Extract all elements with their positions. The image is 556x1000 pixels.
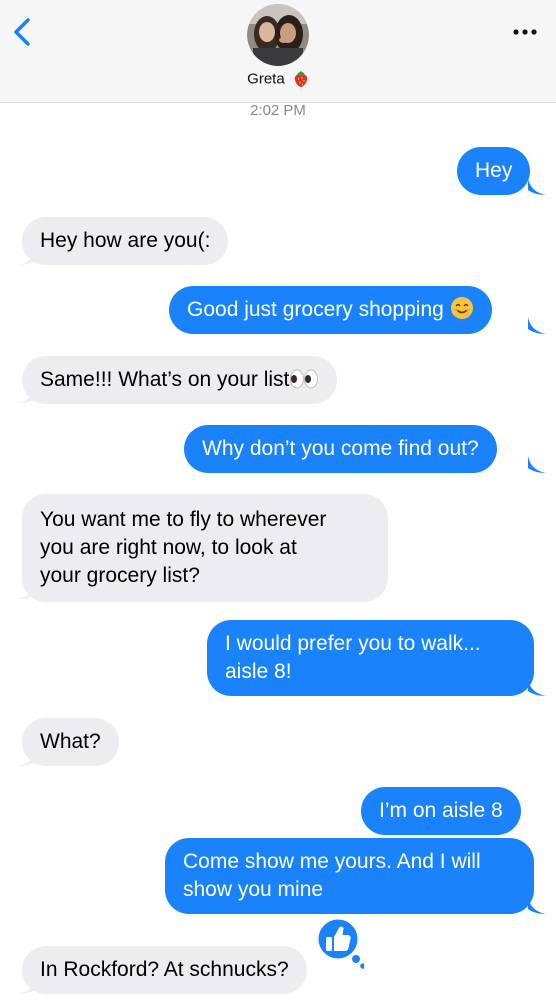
bubble-tail	[528, 456, 546, 473]
message-line: I would prefer you to walk...	[225, 632, 481, 655]
eyes-icon	[290, 369, 319, 389]
message-bubble-received[interactable]: What?	[22, 718, 119, 766]
message-text: Hey	[475, 159, 513, 182]
conversation-header: Greta	[0, 0, 556, 103]
avatar-photo	[247, 4, 309, 66]
message-line: aisle 8!	[225, 660, 292, 683]
message-line: You want me to fly to wherever	[40, 508, 327, 531]
ellipsis-icon	[513, 29, 537, 35]
message-bubble-received[interactable]: You want me to fly to wherever you are r…	[22, 494, 388, 602]
contact-avatar[interactable]	[247, 4, 309, 66]
message-text: Hey how are you(:	[40, 229, 211, 252]
back-button[interactable]	[8, 14, 38, 50]
message-line: your grocery list?	[40, 564, 200, 587]
message-line: show you mine	[183, 878, 324, 901]
message-text: What?	[40, 730, 101, 753]
bubble-tail	[18, 386, 36, 403]
contact-name-row[interactable]: Greta	[0, 70, 556, 88]
message-text: In Rockford? At schnucks?	[40, 958, 289, 981]
message-bubble-sent[interactable]: Hey	[457, 147, 531, 195]
bubble-tail	[18, 977, 36, 994]
message-bubble-sent[interactable]: I’m on aisle 8	[361, 787, 521, 835]
bubble-tail	[18, 248, 36, 265]
message-bubble-received[interactable]: Hey how are you(:	[22, 217, 229, 265]
message-bubble-sent[interactable]: Good just grocery shopping	[169, 286, 492, 334]
bubble-tail	[528, 897, 546, 914]
message-bubble-sent[interactable]: Why don’t you come find out?	[184, 425, 497, 473]
message-text: Same!!! What’s on your list	[40, 368, 290, 391]
message-timestamp: 2:02 PM	[250, 102, 306, 119]
message-line: you are right now, to look at	[40, 536, 297, 559]
message-text: I’m on aisle 8	[379, 799, 503, 822]
bubble-tail	[528, 679, 546, 696]
message-bubble-received[interactable]: Same!!! What’s on your list	[22, 356, 338, 404]
tapback-reaction[interactable]	[314, 915, 366, 969]
thumbs-up-icon	[315, 916, 366, 969]
contact-name: Greta	[247, 70, 285, 88]
smiling-face-icon	[450, 297, 473, 319]
bubble-tail	[18, 749, 36, 766]
chevron-left-icon	[14, 18, 30, 46]
bubble-tail	[18, 582, 36, 599]
strawberry-icon	[294, 71, 308, 88]
message-line: Come show me yours. And I will	[183, 850, 481, 873]
message-bubble-received[interactable]: In Rockford? At schnucks?	[22, 946, 307, 994]
message-text: Why don’t you come find out?	[202, 437, 479, 460]
message-text: Good just grocery shopping	[187, 298, 444, 321]
message-bubble-sent[interactable]: Come show me yours. And I will show you …	[165, 838, 534, 914]
bubble-tail	[528, 317, 546, 334]
more-options-button[interactable]	[510, 22, 540, 42]
bubble-tail	[528, 178, 546, 195]
messages-screen: Greta 2:02 PM Hey Hey how are you(: Good…	[0, 0, 556, 1000]
message-bubble-sent[interactable]: I would prefer you to walk... aisle 8!	[207, 620, 534, 696]
